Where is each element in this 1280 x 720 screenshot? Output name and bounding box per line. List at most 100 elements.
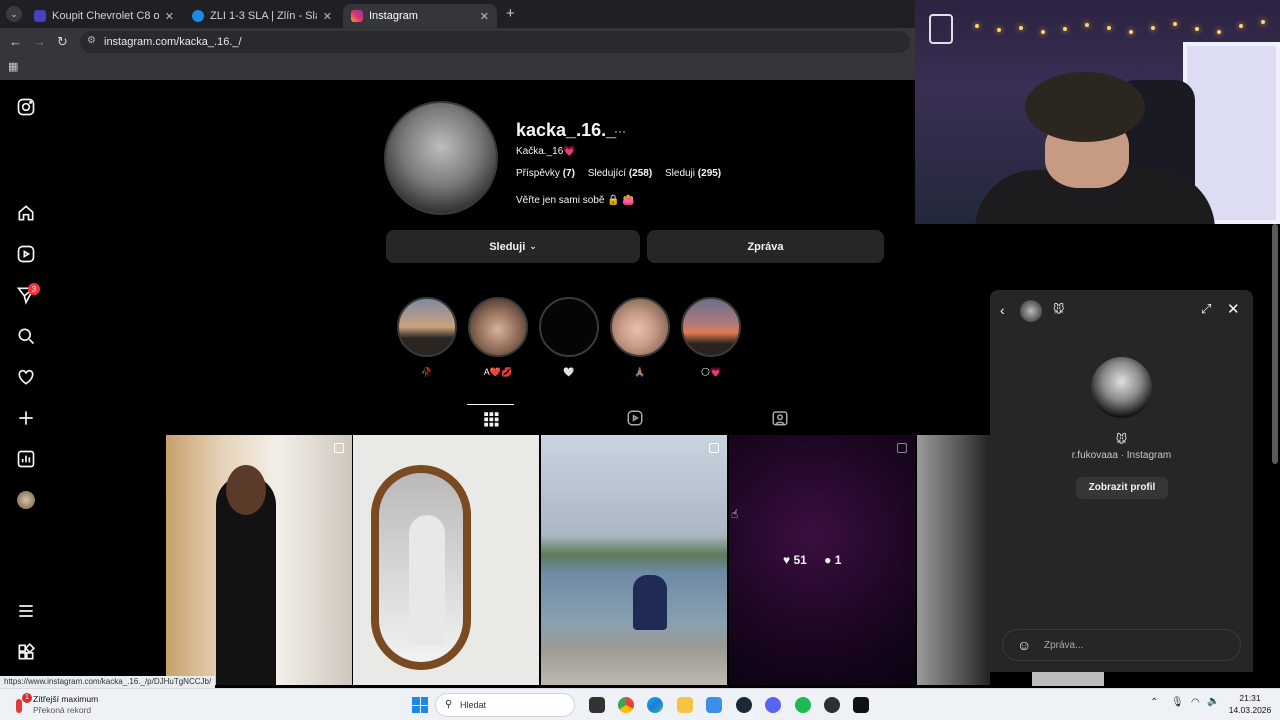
chat-header-avatar[interactable] — [1020, 300, 1042, 322]
close-tab-icon[interactable]: ✕ — [165, 10, 174, 23]
profile-avatar[interactable] — [14, 488, 38, 512]
profile-options-button[interactable]: ··· — [614, 124, 626, 138]
steam-icon[interactable] — [736, 697, 752, 713]
microphone-icon[interactable]: 🎙 — [1171, 697, 1184, 708]
favicon-icon — [34, 10, 46, 22]
discord-icon[interactable] — [765, 697, 781, 713]
address-bar-row: ← → ↻ ⚙ instagram.com/kacka_.16._/ — [0, 28, 915, 56]
tab-tagged-icon[interactable] — [771, 409, 789, 427]
post-hover-stats: ♥ 51 ● 1 — [783, 553, 842, 567]
weather-widget[interactable]: 1 Zítřejší maximum Překoná rekord — [14, 693, 124, 717]
profile-picture[interactable] — [384, 101, 498, 215]
browser-tab[interactable]: Koupit Chevrolet C8 online. S p ✕ — [26, 4, 182, 28]
browser-tab-bar: ⌄ Koupit Chevrolet C8 online. S p ✕ ZLI … — [0, 0, 915, 28]
highlight-label: 🌕💗 — [700, 367, 722, 377]
close-tab-icon[interactable]: ✕ — [323, 10, 332, 23]
following-button[interactable]: Sleduji ⌄ — [386, 230, 640, 263]
heart-icon: ♥ — [783, 553, 791, 567]
taskbar-search[interactable]: ⚲ Hledat — [435, 693, 575, 717]
expand-icon[interactable]: ⤢ — [1201, 301, 1211, 317]
following-count[interactable]: Sleduji (295) — [665, 168, 721, 179]
post-thumbnail[interactable] — [541, 435, 727, 685]
story-highlight[interactable] — [397, 297, 457, 357]
story-highlight[interactable] — [539, 297, 599, 357]
task-view-icon[interactable] — [589, 697, 605, 713]
file-explorer-icon[interactable] — [677, 697, 693, 713]
url-input[interactable]: ⚙ instagram.com/kacka_.16._/ — [80, 31, 910, 53]
more-apps-icon[interactable] — [14, 640, 38, 664]
spotify-icon[interactable] — [795, 697, 811, 713]
apps-grid-icon[interactable]: ▦ — [8, 60, 18, 73]
chat-popup: ‹ 🐭 ⤢ ✕ 🐭 r.fukovaaa · Instagram Zobrazi… — [990, 290, 1253, 672]
view-profile-button[interactable]: Zobrazit profil — [1076, 477, 1168, 499]
message-placeholder: Zpráva... — [1044, 640, 1084, 651]
site-settings-icon[interactable]: ⚙ — [87, 35, 96, 46]
chat-header-emoji: 🐭 — [1053, 304, 1065, 316]
post-thumbnail[interactable] — [353, 435, 539, 685]
page-scrollbar[interactable] — [1272, 224, 1278, 464]
favicon-icon — [192, 10, 204, 22]
post-thumbnail-hovered[interactable]: ♥ 51 ● 1 ☝ — [729, 435, 915, 685]
taskbar-date[interactable]: 14.03.2026 — [1224, 705, 1276, 715]
profile-username: kacka_.16._ — [516, 120, 617, 140]
carousel-icon — [709, 443, 719, 453]
taskbar-time[interactable]: 21:31 — [1224, 693, 1276, 703]
posts-count: Příspěvky (7) — [516, 168, 575, 179]
tab-title: ZLI 1-3 SLA | Zlín - Slavia Praha — [210, 10, 317, 22]
menu-icon[interactable] — [14, 599, 38, 623]
post-thumbnail[interactable] — [917, 435, 990, 685]
create-plus-icon[interactable] — [14, 406, 38, 430]
taskbar-search-label: Hledat — [460, 700, 487, 710]
notifications-heart-icon[interactable] — [14, 365, 38, 389]
close-icon[interactable]: ✕ — [1227, 300, 1240, 318]
tab-reels-icon[interactable] — [626, 409, 644, 427]
message-button[interactable]: Zpráva — [647, 230, 884, 263]
highlight-label: 🤍 — [563, 367, 575, 377]
tab-title: Instagram — [369, 10, 418, 22]
chat-subtitle: r.fukovaaa · Instagram — [1071, 450, 1172, 461]
post-thumbnail-partial[interactable] — [1032, 672, 1104, 686]
wifi-icon[interactable]: ◠ — [1191, 697, 1200, 708]
reels-icon[interactable] — [14, 242, 38, 266]
comment-icon: ● — [824, 553, 832, 567]
story-highlight[interactable] — [610, 297, 670, 357]
message-input[interactable]: ☺ Zpráva... — [1002, 629, 1241, 661]
browser-tab[interactable]: ZLI 1-3 SLA | Zlín - Slavia Praha ✕ — [184, 4, 340, 28]
grid-icon — [484, 412, 499, 427]
new-tab-button[interactable]: + — [506, 5, 515, 22]
person-hair — [1025, 72, 1145, 142]
chrome-icon[interactable] — [618, 697, 634, 713]
tray-chevron-icon[interactable]: ⌃ — [1150, 697, 1158, 708]
post-thumbnail[interactable] — [166, 435, 352, 685]
profile-fullname: Kačka._16💗 — [516, 146, 576, 157]
emoji-icon[interactable]: ☺ — [1017, 637, 1031, 653]
weather-title: Zítřejší maximum — [33, 694, 99, 704]
edge-icon[interactable] — [647, 697, 663, 713]
followers-count[interactable]: Sledující (258) — [588, 168, 653, 179]
story-highlight[interactable] — [468, 297, 528, 357]
instagram-favicon-icon — [351, 10, 363, 22]
volume-icon[interactable]: 🔈 — [1207, 696, 1219, 707]
close-tab-icon[interactable]: ✕ — [480, 10, 489, 23]
instagram-logo-icon[interactable] — [14, 95, 38, 119]
notepad-icon[interactable] — [706, 697, 722, 713]
thermometer-icon — [16, 699, 22, 713]
back-arrow-icon[interactable]: ‹ — [1000, 302, 1005, 318]
tab-search-button[interactable]: ⌄ — [6, 6, 22, 22]
home-icon[interactable] — [14, 201, 38, 225]
search-icon[interactable] — [14, 324, 38, 348]
browser-tab-active[interactable]: Instagram ✕ — [343, 4, 497, 28]
dashboard-icon[interactable] — [14, 447, 38, 471]
profile-bio: Věřte jen sami sobě 🔒 👛 — [516, 195, 635, 206]
capcut-icon[interactable] — [853, 697, 869, 713]
windows-start-icon[interactable] — [412, 697, 428, 713]
obs-icon[interactable] — [824, 697, 840, 713]
tab-posts-grid[interactable] — [467, 404, 514, 435]
story-highlight[interactable] — [681, 297, 741, 357]
back-icon[interactable]: ← — [9, 34, 22, 49]
forward-icon[interactable]: → — [33, 34, 46, 49]
highlight-label: 🥀 — [421, 367, 433, 377]
reload-icon[interactable]: ↻ — [57, 34, 68, 50]
search-icon: ⚲ — [445, 699, 453, 710]
chat-profile-avatar[interactable] — [1091, 357, 1152, 418]
